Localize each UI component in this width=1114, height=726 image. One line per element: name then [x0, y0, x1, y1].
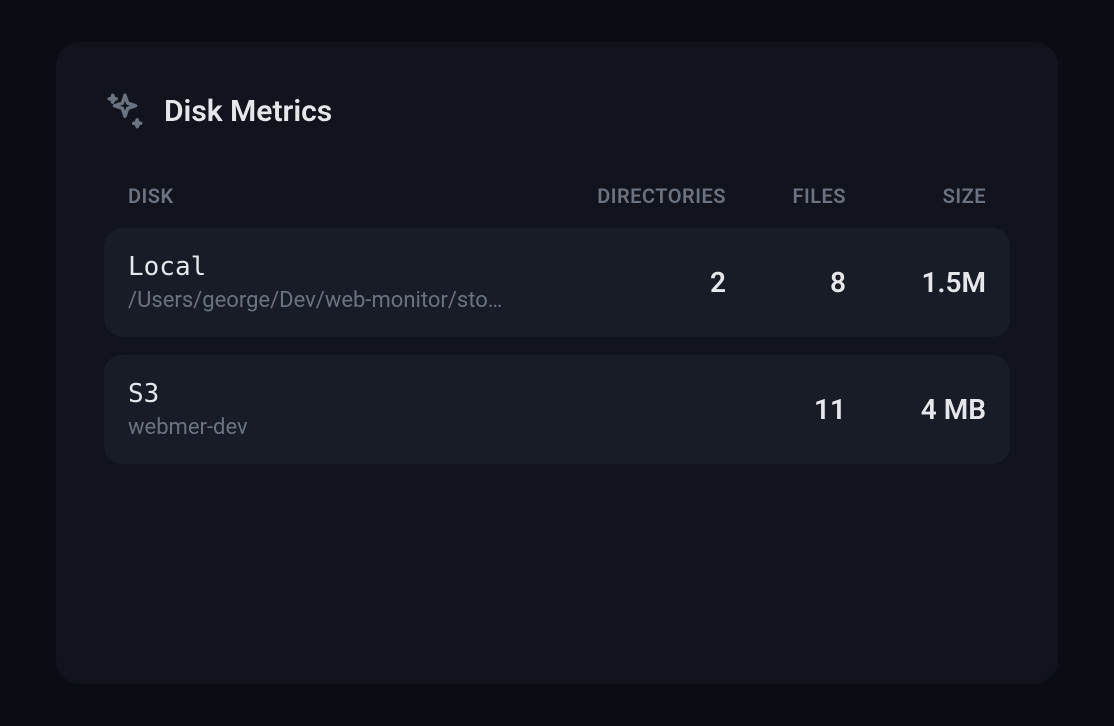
disk-files-value: 8 — [726, 266, 846, 299]
column-header-disk: DISK — [128, 184, 546, 208]
column-header-files: FILES — [726, 184, 846, 208]
disk-size-value: 4 MB — [846, 393, 986, 426]
disk-name: Local — [128, 252, 546, 282]
disk-metrics-table: DISK DIRECTORIES FILES SIZE Local /Users… — [104, 184, 1010, 464]
disk-directories-value: 2 — [546, 266, 726, 299]
disk-size-value: 1.5M — [846, 266, 986, 299]
disk-name: S3 — [128, 379, 546, 409]
card-header: Disk Metrics — [104, 90, 1010, 132]
disk-info: Local /Users/george/Dev/web-monitor/sto… — [128, 252, 546, 313]
table-row[interactable]: S3 webmer-dev 11 4 MB — [104, 355, 1010, 464]
sparkles-icon — [104, 90, 146, 132]
disk-path: /Users/george/Dev/web-monitor/sto… — [128, 288, 546, 313]
column-header-size: SIZE — [846, 184, 986, 208]
column-header-directories: DIRECTORIES — [546, 184, 726, 208]
table-header-row: DISK DIRECTORIES FILES SIZE — [104, 184, 1010, 208]
disk-files-value: 11 — [726, 393, 846, 426]
disk-metrics-card: Disk Metrics DISK DIRECTORIES FILES SIZE… — [56, 42, 1058, 684]
disk-path: webmer-dev — [128, 415, 546, 440]
disk-info: S3 webmer-dev — [128, 379, 546, 440]
card-title: Disk Metrics — [164, 94, 332, 129]
table-row[interactable]: Local /Users/george/Dev/web-monitor/sto…… — [104, 228, 1010, 337]
